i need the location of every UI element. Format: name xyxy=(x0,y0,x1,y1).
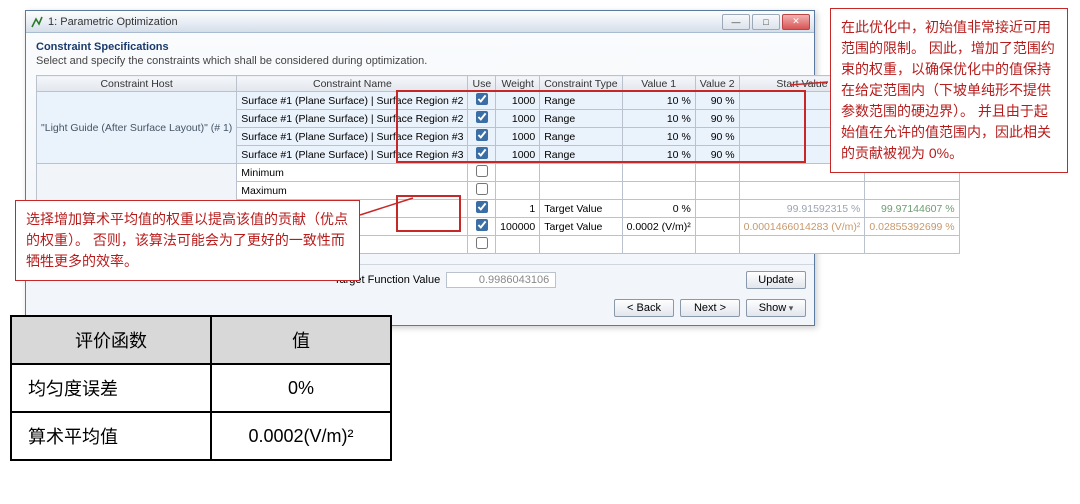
summary-row-value: 0.0002(V/m)² xyxy=(211,412,391,460)
annotation-left: 选择增加算术平均值的权重以提高该值的贡献（优点的权重）。 否则，该算法可能会为了… xyxy=(15,200,360,281)
window-title: 1: Parametric Optimization xyxy=(48,16,722,28)
back-button[interactable]: < Back xyxy=(614,299,674,317)
col-use: Use xyxy=(468,76,496,92)
summary-header-val: 值 xyxy=(211,316,391,364)
app-icon xyxy=(30,15,44,29)
host-cell: "Light Guide (After Surface Layout)" (# … xyxy=(37,92,237,164)
col-v1: Value 1 xyxy=(622,76,695,92)
col-ctype: Constraint Type xyxy=(540,76,622,92)
use-checkbox[interactable] xyxy=(476,129,488,141)
titlebar[interactable]: 1: Parametric Optimization — □ ✕ xyxy=(26,11,814,33)
col-host: Constraint Host xyxy=(37,76,237,92)
use-checkbox[interactable] xyxy=(476,201,488,213)
tfv-value: 0.9986043106 xyxy=(446,272,556,288)
next-button[interactable]: Next > xyxy=(680,299,740,317)
col-name: Constraint Name xyxy=(237,76,468,92)
col-v2: Value 2 xyxy=(695,76,739,92)
summary-header-func: 评价函数 xyxy=(11,316,211,364)
use-checkbox[interactable] xyxy=(476,219,488,231)
section-subtitle: Select and specify the constraints which… xyxy=(36,55,804,67)
summary-table: 评价函数 值 均匀度误差 0% 算术平均值 0.0002(V/m)² xyxy=(10,315,392,461)
table-row[interactable]: "Uniformity Detector" (# 602) Minimum xyxy=(37,164,960,182)
col-weight: Weight xyxy=(496,76,540,92)
use-checkbox[interactable] xyxy=(476,165,488,177)
use-checkbox[interactable] xyxy=(476,111,488,123)
minimize-button[interactable]: — xyxy=(722,14,750,30)
summary-row-value: 0% xyxy=(211,364,391,412)
use-checkbox[interactable] xyxy=(476,237,488,249)
summary-row-label: 算术平均值 xyxy=(11,412,211,460)
annotation-right: 在此优化中，初始值非常接近可用范围的限制。 因此，增加了范围约束的权重，以确保优… xyxy=(830,8,1068,173)
summary-row-label: 均匀度误差 xyxy=(11,364,211,412)
maximize-button[interactable]: □ xyxy=(752,14,780,30)
use-checkbox[interactable] xyxy=(476,183,488,195)
table-row[interactable]: "Light Guide (After Surface Layout)" (# … xyxy=(37,92,960,110)
update-button[interactable]: Update xyxy=(746,271,806,289)
use-checkbox[interactable] xyxy=(476,93,488,105)
close-button[interactable]: ✕ xyxy=(782,14,810,30)
annotation-right-text: 在此优化中，初始值非常接近可用范围的限制。 因此，增加了范围约束的权重，以确保优… xyxy=(841,19,1055,161)
show-button[interactable]: Show xyxy=(746,299,806,317)
use-checkbox[interactable] xyxy=(476,147,488,159)
section-title: Constraint Specifications xyxy=(36,41,804,53)
annotation-left-text: 选择增加算术平均值的权重以提高该值的贡献（优点的权重）。 否则，该算法可能会为了… xyxy=(26,211,348,269)
